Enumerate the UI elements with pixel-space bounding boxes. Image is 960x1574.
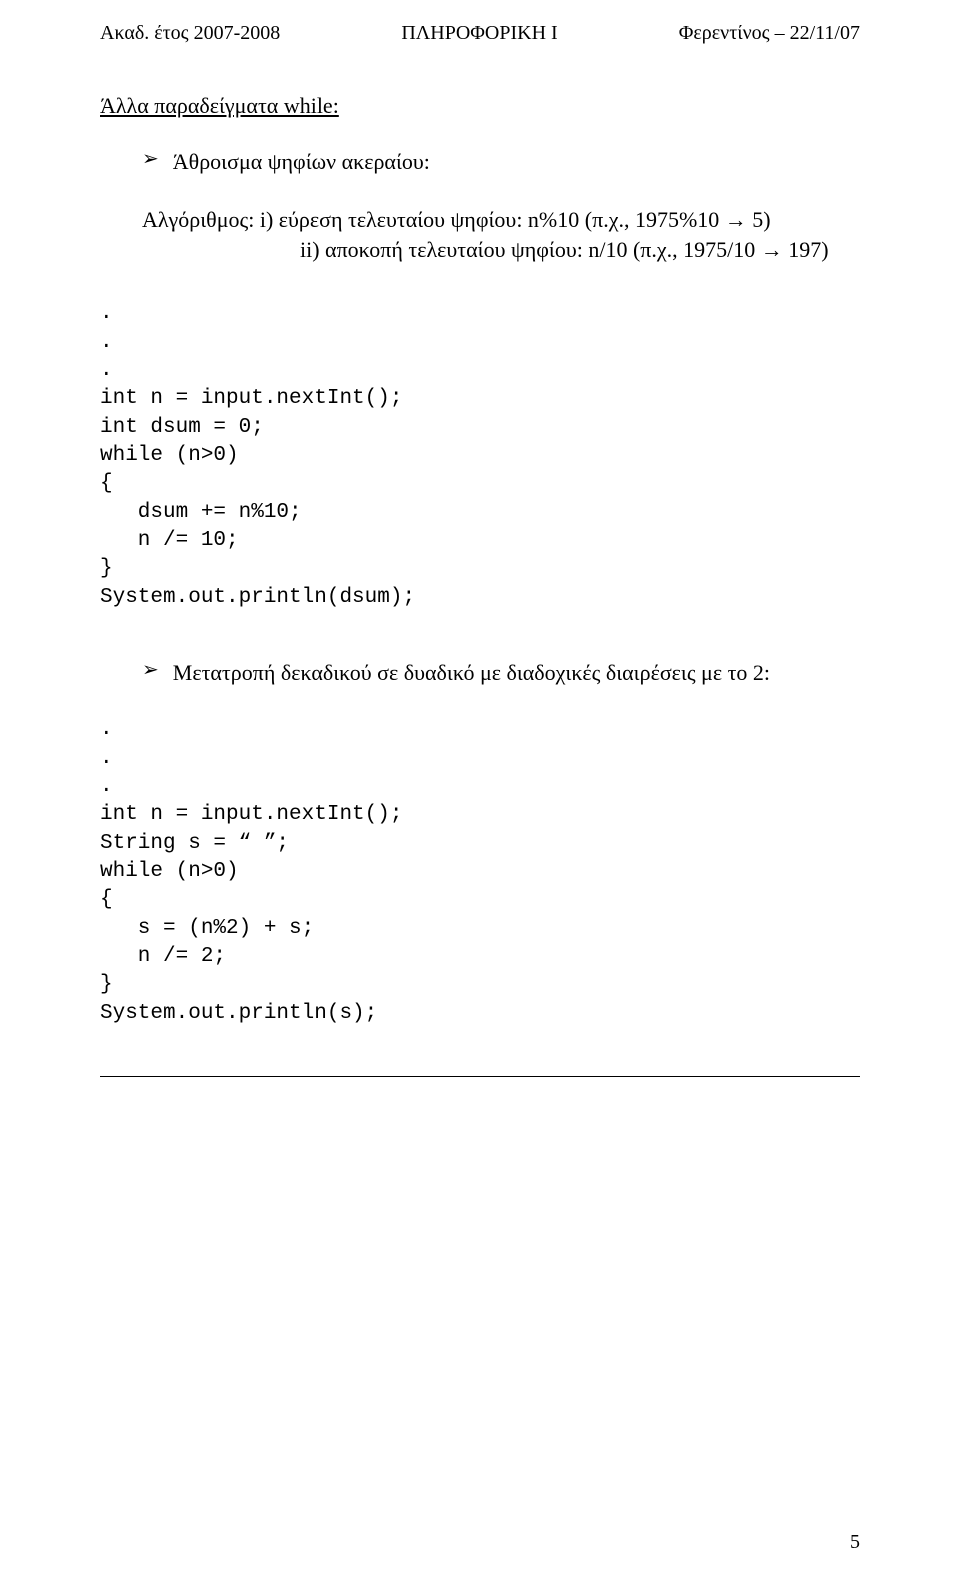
bullet2-text: Μετατροπή δεκαδικού σε δυαδικό με διαδοχ…: [173, 660, 770, 686]
triangle-icon: ➢: [142, 149, 159, 169]
algo-line2: ii) αποκοπή τελευταίου ψηφίου: n/10 (π.χ…: [300, 235, 860, 265]
code-block-1: . . . int n = input.nextInt(); int dsum …: [100, 300, 860, 612]
section-divider: [100, 1076, 860, 1077]
page-header: Ακαδ. έτος 2007-2008 ΠΛΗΡΟΦΟΡΙΚΗ Ι Φερεν…: [100, 22, 860, 45]
bullet-item-2: ➢ Μετατροπή δεκαδικού σε δυαδικό με διαδ…: [142, 660, 860, 686]
code-block-2: . . . int n = input.nextInt(); String s …: [100, 716, 860, 1028]
algo-line1: Αλγόριθμος: i) εύρεση τελευταίου ψηφίου:…: [142, 205, 860, 235]
section-title: Άλλα παραδείγματα while:: [100, 93, 860, 119]
header-left: Ακαδ. έτος 2007-2008: [100, 22, 280, 45]
triangle-icon: ➢: [142, 660, 159, 680]
page-number: 5: [850, 1531, 860, 1554]
header-center: ΠΛΗΡΟΦΟΡΙΚΗ Ι: [401, 22, 557, 45]
header-right: Φερεντίνος – 22/11/07: [679, 22, 860, 45]
bullet1-text: Άθροισμα ψηφίων ακεραίου:: [173, 149, 430, 175]
algorithm-text: Αλγόριθμος: i) εύρεση τελευταίου ψηφίου:…: [142, 205, 860, 264]
bullet-item-1: ➢ Άθροισμα ψηφίων ακεραίου:: [142, 149, 860, 175]
